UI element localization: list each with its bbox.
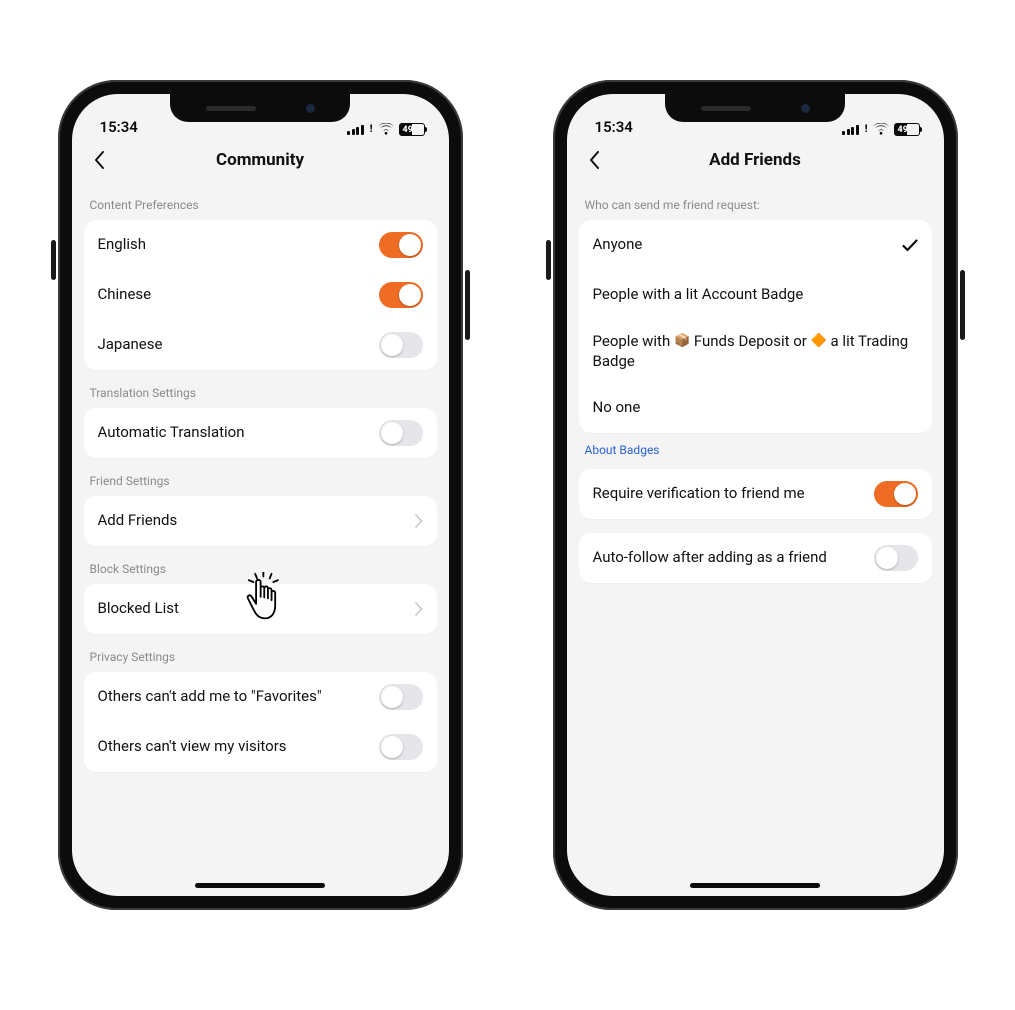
row-favorites-privacy[interactable]: Others can't add me to "Favorites"	[84, 672, 437, 722]
row-label: Japanese	[98, 335, 379, 355]
chevron-right-icon	[415, 514, 423, 528]
wifi-icon	[378, 123, 394, 136]
section-block-settings: Block Settings	[84, 546, 437, 584]
signal-alert-icon: !	[370, 124, 373, 135]
funds-badge-icon: 📦	[674, 334, 690, 349]
status-time: 15:34	[100, 118, 138, 136]
cellular-icon	[347, 125, 364, 135]
row-label: Require verification to friend me	[593, 484, 874, 504]
home-indicator[interactable]	[690, 883, 820, 888]
nav-bar: Add Friends	[567, 138, 944, 182]
row-label: People with a lit Account Badge	[593, 285, 918, 305]
row-label: No one	[593, 398, 918, 418]
about-badges-link[interactable]: About Badges	[579, 433, 932, 469]
row-label: Blocked List	[98, 599, 415, 619]
text-part: Funds Deposit or	[694, 332, 811, 350]
phone-right-screen: 15:34 ! 49 Add Friends Who can send me f	[567, 94, 944, 896]
notch	[665, 94, 845, 122]
row-label: Others can't view my visitors	[98, 737, 379, 757]
home-indicator[interactable]	[195, 883, 325, 888]
row-label: Anyone	[593, 235, 902, 255]
row-label: Others can't add me to "Favorites"	[98, 687, 379, 707]
cellular-icon	[842, 125, 859, 135]
wifi-icon	[873, 123, 889, 136]
phone-left-screen: 15:34 ! 49 Community Content Preferences	[72, 94, 449, 896]
row-label: Automatic Translation	[98, 423, 379, 443]
phone-right-frame: 15:34 ! 49 Add Friends Who can send me f	[553, 80, 958, 910]
status-time: 15:34	[595, 118, 633, 136]
toggle-japanese[interactable]	[379, 332, 423, 358]
notch	[170, 94, 350, 122]
section-privacy-settings: Privacy Settings	[84, 634, 437, 672]
text-part: People with	[593, 332, 674, 350]
nav-bar: Community	[72, 138, 449, 182]
row-chinese[interactable]: Chinese	[84, 270, 437, 320]
row-auto-translation[interactable]: Automatic Translation	[84, 408, 437, 458]
battery-icon: 49	[399, 123, 425, 136]
row-add-friends[interactable]: Add Friends	[84, 496, 437, 546]
row-blocked-list[interactable]: Blocked List	[84, 584, 437, 634]
back-button[interactable]	[86, 146, 114, 174]
toggle-english[interactable]	[379, 232, 423, 258]
row-auto-follow[interactable]: Auto-follow after adding as a friend	[579, 533, 932, 583]
row-english[interactable]: English	[84, 220, 437, 270]
toggle-visitors[interactable]	[379, 734, 423, 760]
back-button[interactable]	[581, 146, 609, 174]
section-friend-settings: Friend Settings	[84, 458, 437, 496]
toggle-require-verification[interactable]	[874, 481, 918, 507]
signal-alert-icon: !	[865, 124, 868, 135]
option-funds-trading-badge[interactable]: People with 📦 Funds Deposit or 🔶 a lit T…	[579, 320, 932, 383]
page-title: Community	[72, 150, 449, 170]
toggle-favorites[interactable]	[379, 684, 423, 710]
row-label: Chinese	[98, 285, 379, 305]
chevron-right-icon	[415, 602, 423, 616]
toggle-auto-follow[interactable]	[874, 545, 918, 571]
toggle-chinese[interactable]	[379, 282, 423, 308]
row-label: Add Friends	[98, 511, 415, 531]
row-label: English	[98, 235, 379, 255]
phone-left-frame: 15:34 ! 49 Community Content Preferences	[58, 80, 463, 910]
row-visitors-privacy[interactable]: Others can't view my visitors	[84, 722, 437, 772]
page-title: Add Friends	[567, 150, 944, 170]
option-no-one[interactable]: No one	[579, 383, 932, 433]
option-anyone[interactable]: Anyone	[579, 220, 932, 270]
row-label: People with 📦 Funds Deposit or 🔶 a lit T…	[593, 332, 918, 371]
battery-icon: 49	[894, 123, 920, 136]
section-who-can-send: Who can send me friend request:	[579, 182, 932, 220]
row-label: Auto-follow after adding as a friend	[593, 548, 874, 568]
check-icon	[902, 239, 918, 252]
toggle-auto-translation[interactable]	[379, 420, 423, 446]
trading-badge-icon: 🔶	[811, 334, 827, 349]
section-translation-settings: Translation Settings	[84, 370, 437, 408]
section-content-preferences: Content Preferences	[84, 182, 437, 220]
option-account-badge[interactable]: People with a lit Account Badge	[579, 270, 932, 320]
row-require-verification[interactable]: Require verification to friend me	[579, 469, 932, 519]
row-japanese[interactable]: Japanese	[84, 320, 437, 370]
